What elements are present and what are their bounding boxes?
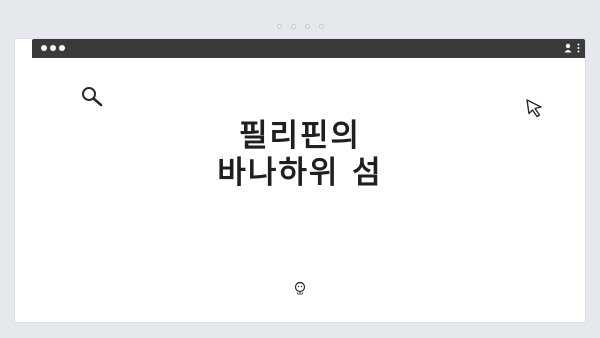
title-line-2: 바나하위 섬 — [217, 155, 383, 191]
page-dot — [318, 24, 324, 29]
top-page-dots — [0, 24, 600, 29]
cursor-pointer-icon — [526, 99, 542, 118]
window-titlebar — [32, 39, 585, 58]
window-controls[interactable] — [41, 45, 65, 51]
face-icon — [294, 281, 306, 295]
title-line-1: 필리핀의 — [238, 118, 362, 154]
page-dot — [290, 24, 296, 29]
window-dot[interactable] — [50, 45, 56, 51]
page-dot — [304, 24, 310, 29]
window-dot[interactable] — [41, 45, 47, 51]
page-title: 필리핀의 바나하위 섬 — [0, 118, 600, 192]
search-icon — [82, 87, 103, 107]
more-vertical-icon[interactable] — [577, 43, 580, 53]
window-dot[interactable] — [59, 45, 65, 51]
page-dot — [276, 24, 282, 29]
user-icon[interactable] — [564, 43, 572, 53]
